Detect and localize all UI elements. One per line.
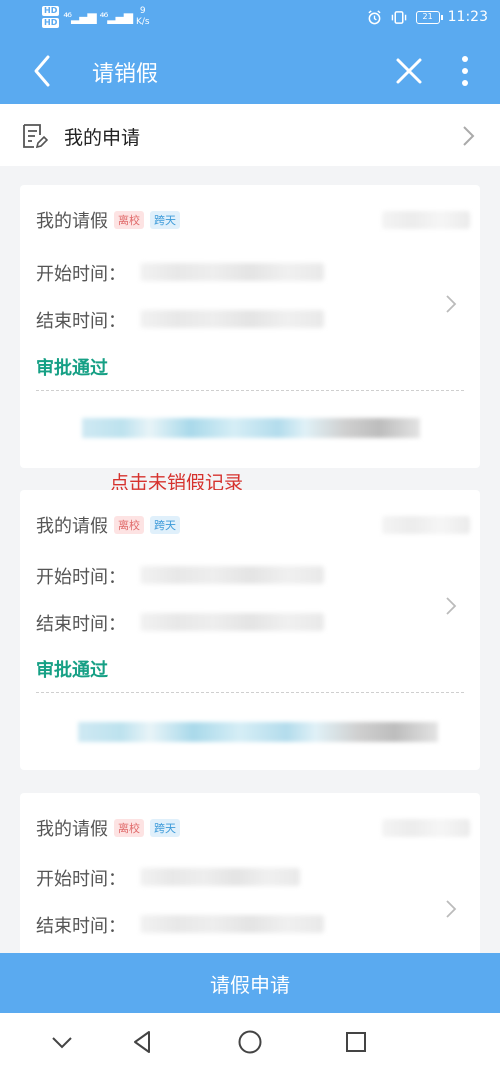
more-vertical-icon[interactable] xyxy=(455,54,475,88)
tag-cross-day: 跨天 xyxy=(150,819,180,837)
card-title-row: 我的请假 离校 跨天 xyxy=(36,815,180,841)
recents-square-icon[interactable] xyxy=(341,1027,371,1057)
blurred-start-time xyxy=(140,868,300,886)
blurred-date xyxy=(382,516,470,534)
hd-badges: HD HD xyxy=(42,6,60,28)
blurred-end-time xyxy=(140,613,324,631)
document-edit-icon xyxy=(23,124,48,149)
dashed-divider xyxy=(36,692,464,693)
tag-leave-school: 离校 xyxy=(114,211,144,229)
back-triangle-icon[interactable] xyxy=(128,1027,158,1057)
network-speed: 9 K/s xyxy=(136,6,150,28)
card-title: 我的请假 xyxy=(36,516,108,537)
page-title: 请销假 xyxy=(92,62,159,87)
close-icon[interactable] xyxy=(394,56,424,86)
dashed-divider xyxy=(36,390,464,391)
blurred-note xyxy=(78,722,438,742)
leave-record-card[interactable]: 我的请假 离校 跨天 开始时间： 结束时间： 审批通过 xyxy=(20,490,480,770)
leave-record-card[interactable]: 我的请假 离校 跨天 开始时间： 结束时间： 审批通过 xyxy=(20,185,480,468)
speed-value: 9 xyxy=(139,6,146,16)
alarm-icon xyxy=(368,9,381,24)
card-title: 我的请假 xyxy=(36,819,108,840)
status-left: HD HD ⁴⁶▂▄▆ ⁴⁶▂▄▆ 9 K/s xyxy=(42,6,150,28)
approval-status: 审批通过 xyxy=(36,358,108,379)
status-right: 21 11:23 xyxy=(367,9,488,25)
tag-cross-day: 跨天 xyxy=(150,211,180,229)
blurred-date xyxy=(382,211,470,229)
back-arrow-icon[interactable] xyxy=(28,53,58,89)
home-circle-icon[interactable] xyxy=(235,1027,265,1057)
system-navigation-bar xyxy=(0,1013,500,1071)
hd-badge-2: HD xyxy=(42,18,60,28)
approval-status: 审批通过 xyxy=(36,660,108,681)
leave-record-card[interactable]: 我的请假 离校 跨天 开始时间： 结束时间： xyxy=(20,793,480,963)
blurred-note xyxy=(82,418,420,438)
blurred-end-time xyxy=(140,915,324,933)
hd-badge-1: HD xyxy=(42,6,60,16)
vibrate-icon xyxy=(391,10,406,24)
end-time-label: 结束时间： xyxy=(36,916,126,937)
blurred-end-time xyxy=(140,310,324,328)
chevron-right-icon xyxy=(446,295,457,313)
tag-leave-school: 离校 xyxy=(114,516,144,534)
chevron-right-icon xyxy=(446,900,457,918)
start-time-label: 开始时间： xyxy=(36,869,126,890)
chevron-right-icon xyxy=(463,126,475,146)
start-time-label: 开始时间： xyxy=(36,264,126,285)
card-title-row: 我的请假 离校 跨天 xyxy=(36,512,180,538)
blurred-start-time xyxy=(140,263,324,281)
chevron-down-icon[interactable] xyxy=(47,1027,77,1057)
my-application-label: 我的申请 xyxy=(64,127,141,149)
end-time-label: 结束时间： xyxy=(36,614,126,635)
signal-icon-2: ⁴⁶▂▄▆ xyxy=(99,10,133,24)
blurred-date xyxy=(382,819,470,837)
end-time-label: 结束时间： xyxy=(36,311,126,332)
chevron-right-icon xyxy=(446,597,457,615)
tag-cross-day: 跨天 xyxy=(150,516,180,534)
leave-application-button[interactable]: 请假申请 xyxy=(0,953,500,1013)
speed-unit: K/s xyxy=(135,17,150,27)
start-time-label: 开始时间： xyxy=(36,567,126,588)
card-title: 我的请假 xyxy=(36,211,108,232)
blurred-start-time xyxy=(140,566,324,584)
clock: 11:23 xyxy=(447,9,488,25)
tag-leave-school: 离校 xyxy=(114,819,144,837)
signal-icon-1: ⁴⁶▂▄▆ xyxy=(63,10,96,24)
my-application-row[interactable]: 我的申请 xyxy=(0,104,500,166)
navbar: 请销假 xyxy=(0,38,500,104)
status-bar: HD HD ⁴⁶▂▄▆ ⁴⁶▂▄▆ 9 K/s 21 11:23 xyxy=(0,0,500,38)
card-title-row: 我的请假 离校 跨天 xyxy=(36,207,180,233)
battery-icon: 21 xyxy=(415,10,443,24)
